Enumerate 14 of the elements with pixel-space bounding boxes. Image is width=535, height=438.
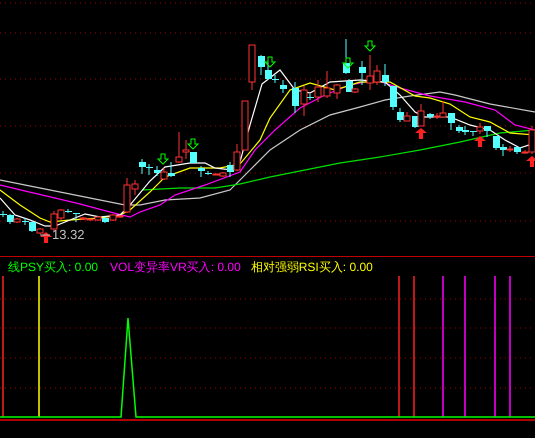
down-arrow-icon bbox=[342, 58, 354, 69]
up-arrow-icon bbox=[526, 156, 535, 167]
down-arrow-icon bbox=[364, 40, 376, 52]
indicator-value: VOL变异率VR买入: 0.00 bbox=[110, 260, 241, 272]
indicator-value: 相对强弱RSI买入: 0.00 bbox=[250, 260, 373, 272]
up-arrow-icon bbox=[415, 128, 427, 139]
down-arrow-icon bbox=[186, 138, 200, 150]
price-label: 13.32 bbox=[52, 228, 85, 241]
down-arrow-icon bbox=[156, 154, 170, 165]
up-arrow-icon bbox=[40, 232, 52, 243]
down-arrow-icon bbox=[264, 56, 276, 68]
indicator-value: 线PSY买入: 0.00 bbox=[8, 260, 98, 272]
up-arrow-icon bbox=[474, 136, 486, 147]
leader-line bbox=[40, 234, 50, 236]
